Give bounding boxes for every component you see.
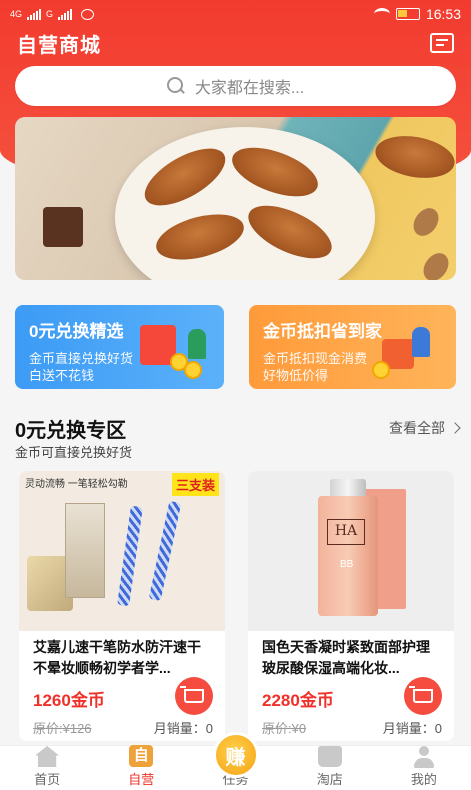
page-title: 自营商城 [17, 34, 101, 57]
user-icon [412, 746, 436, 768]
self-icon: 自 [129, 745, 154, 767]
cart-icon [180, 686, 204, 703]
banner-nut [408, 203, 444, 241]
product-name: 国色天香凝时紧致面部护理玻尿酸保湿高端化妆... [262, 639, 430, 676]
tab-profile[interactable]: 我的 [377, 746, 471, 790]
red-envelope-icon [140, 325, 210, 381]
message-icon[interactable] [430, 33, 454, 53]
search-placeholder: 大家都在搜索... [194, 80, 305, 97]
tab-home[interactable]: 首页 [0, 746, 94, 790]
tab-shop[interactable]: 淘店 [283, 746, 377, 790]
shop-icon [317, 746, 342, 767]
banner-cookie [372, 130, 456, 184]
chevron-right-icon [449, 422, 461, 434]
signal-icon-2 [58, 8, 73, 20]
product-image-badge: 三支装 [171, 473, 219, 496]
tab-tasks[interactable]: 赚 任务 [188, 732, 282, 790]
promo-subtitle: 金币直接兑换好货 白送不花钱 [29, 351, 134, 383]
status-bar: 4G G 16:53 [0, 0, 471, 28]
clock: 16:53 [425, 6, 461, 22]
product-image: 灵动流畅 一笔轻松勾勒 三支装 [19, 471, 225, 631]
promo-subtitle: 金币抵扣现金消费 好物低价得 [263, 351, 368, 383]
original-price: 原价:¥0 [262, 721, 307, 736]
tab-label: 首页 [34, 772, 61, 787]
tab-label: 自营 [128, 772, 155, 787]
add-to-cart-button[interactable] [404, 677, 442, 715]
bottom-tab-bar: 首页 自 自营 赚 任务 淘店 我的 [0, 732, 471, 790]
product-image-logo: HA [327, 519, 365, 545]
home-icon [35, 746, 60, 767]
product-image-label: BB [340, 559, 354, 570]
product-name: 艾嘉儿速干笔防水防汗速干不晕妆顺畅初学者学... [33, 639, 201, 676]
banner-decoration [43, 207, 83, 247]
product-card[interactable]: 灵动流畅 一笔轻松勾勒 三支装 艾嘉儿速干笔防水防汗速干不晕妆顺畅初学者学...… [19, 471, 225, 741]
view-all-label: 查看全部 [389, 420, 445, 436]
product-price: 2280金币 [262, 691, 334, 710]
tab-label: 淘店 [316, 772, 343, 787]
product-card[interactable]: HA BB 国色天香凝时紧致面部护理玻尿酸保湿高端化妆... 2280金币 原价… [248, 471, 454, 741]
battery-icon [395, 8, 420, 20]
product-image: HA BB [248, 471, 454, 631]
app-header: 自营商城 [0, 28, 471, 58]
promo-card-deduct[interactable]: 金币抵扣省到家 金币抵扣现金消费 好物低价得 [249, 305, 456, 389]
section-title: 0元兑换专区 [15, 420, 127, 442]
monthly-sales: 月销量：0 [153, 721, 213, 736]
promo-banner[interactable] [15, 117, 456, 280]
tab-self-operated[interactable]: 自 自营 [94, 745, 188, 790]
product-image-slogan: 灵动流畅 一笔轻松勾勒 [25, 479, 128, 490]
search-input[interactable]: 大家都在搜索... [15, 66, 456, 106]
network-type-label: 4G [10, 9, 23, 19]
section-subtitle: 金币可直接兑换好货 [15, 445, 133, 460]
monthly-sales: 月销量：0 [382, 721, 442, 736]
signal-icon [27, 8, 42, 20]
add-to-cart-button[interactable] [175, 677, 213, 715]
original-price: 原价:¥126 [33, 721, 92, 736]
search-icon [166, 77, 185, 95]
tab-label: 我的 [410, 772, 437, 787]
banner-nut [418, 248, 454, 280]
gift-box-icon [372, 325, 442, 381]
network-type-label-2: G [46, 9, 54, 19]
cart-icon [409, 686, 433, 703]
earn-icon: 赚 [212, 732, 259, 778]
chat-notification-icon [81, 8, 95, 20]
view-all-link[interactable]: 查看全部 [389, 418, 461, 438]
product-price: 1260金币 [33, 691, 105, 710]
wifi-icon [373, 8, 390, 20]
promo-card-exchange[interactable]: 0元兑换精选 金币直接兑换好货 白送不花钱 [15, 305, 224, 389]
